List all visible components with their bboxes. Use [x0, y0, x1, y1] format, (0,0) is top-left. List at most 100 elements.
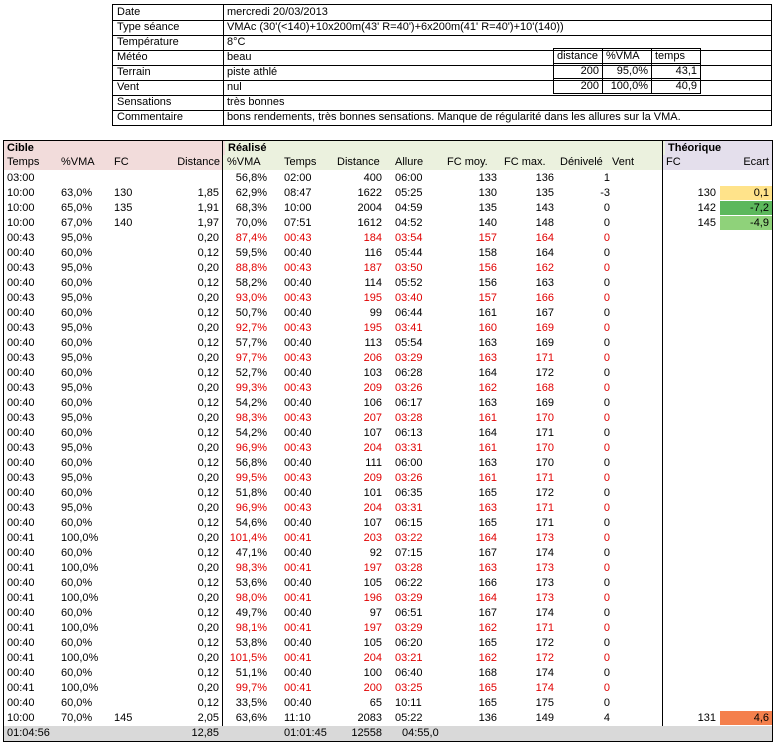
- realise-cell: 00:40: [284, 607, 312, 619]
- cible-cell: 10:00: [7, 217, 35, 229]
- realise-cell: 51,8%: [235, 487, 267, 499]
- realise-cell: 2004: [357, 202, 382, 214]
- realise-cell: 2083: [357, 712, 382, 724]
- realise-cell: 00:40: [284, 337, 312, 349]
- realise-cell: 00:41: [284, 532, 312, 544]
- realise-cell: 0: [603, 652, 610, 664]
- realise-cell: 163: [478, 502, 497, 514]
- cible-cell: 00:43: [7, 442, 35, 454]
- realise-cell: 1: [603, 172, 610, 184]
- realise-cell: 171: [535, 352, 554, 364]
- realise-cell: 00:40: [284, 577, 312, 589]
- realise-cell: 0: [603, 217, 610, 229]
- cible-cell: 0,12: [197, 457, 219, 469]
- realise-cell: 00:40: [284, 517, 312, 529]
- realise-cell: 204: [363, 502, 382, 514]
- cible-cell: 00:43: [7, 352, 35, 364]
- realise-cell: 97,7%: [235, 352, 267, 364]
- theorique-cell: 131: [697, 712, 716, 724]
- realise-cell: 52,7%: [235, 367, 267, 379]
- cible-cell: 03:00: [7, 172, 35, 184]
- column-header: Vent: [612, 156, 635, 168]
- table-row: 00:40 60,0% 0,12 50,7% 00:40 99 06:44 161 167 0: [4, 306, 772, 321]
- column-header: Distance: [337, 156, 380, 168]
- table-row: 00:40 60,0% 0,12 53,8% 00:40 105 06:20 165 172 0: [4, 636, 772, 651]
- realise-cell: 05:25: [395, 187, 423, 199]
- realise-cell: 164: [535, 247, 554, 259]
- realise-cell: 171: [535, 427, 554, 439]
- info-label: Commentaire: [117, 111, 184, 123]
- cible-cell: 95,0%: [61, 502, 93, 514]
- realise-cell: 170: [535, 442, 554, 454]
- cible-cell: 00:40: [7, 637, 35, 649]
- realise-cell: 164: [478, 427, 497, 439]
- cible-cell: 0,20: [197, 562, 219, 574]
- realise-cell: 00:40: [284, 307, 312, 319]
- column-header: %VMA: [61, 156, 95, 168]
- cible-cell: 00:40: [7, 277, 35, 289]
- info-label: Type séance: [117, 21, 180, 33]
- realise-cell: 0: [603, 292, 610, 304]
- realise-cell: 160: [478, 322, 497, 334]
- table-row: 00:40 60,0% 0,12 47,1% 00:40 92 07:15 167 174 0: [4, 546, 772, 561]
- realise-cell: 99,7%: [235, 682, 267, 694]
- realise-cell: 00:41: [284, 562, 312, 574]
- cible-cell: 00:40: [7, 457, 35, 469]
- cible-cell: 60,0%: [61, 427, 93, 439]
- realise-cell: 195: [363, 322, 382, 334]
- realise-cell: 1622: [357, 187, 382, 199]
- realise-cell: 99,5%: [235, 472, 267, 484]
- cible-cell: 00:43: [7, 502, 35, 514]
- realise-cell: 206: [363, 352, 382, 364]
- realise-cell: 00:43: [284, 472, 312, 484]
- info-label: Température: [117, 36, 179, 48]
- realise-cell: 172: [535, 487, 554, 499]
- realise-cell: 209: [363, 472, 382, 484]
- realise-cell: 101: [363, 487, 382, 499]
- realise-cell: 10:00: [284, 202, 312, 214]
- realise-cell: 05:22: [395, 712, 423, 724]
- realise-cell: 0: [603, 367, 610, 379]
- realise-cell: 00:40: [284, 247, 312, 259]
- cible-cell: 95,0%: [61, 232, 93, 244]
- realise-cell: 0: [603, 487, 610, 499]
- realise-cell: 03:50: [395, 262, 423, 274]
- cible-cell: 130: [114, 187, 133, 199]
- realise-cell: 156: [478, 262, 497, 274]
- realise-cell: 107: [363, 517, 382, 529]
- realise-cell: 05:52: [395, 277, 423, 289]
- cible-cell: 60,0%: [61, 337, 93, 349]
- column-header: FC max.: [504, 156, 546, 168]
- realise-cell: 4: [603, 712, 610, 724]
- realise-cell: 06:00: [395, 457, 423, 469]
- realise-cell: 11:10: [284, 712, 311, 724]
- realise-cell: 173: [535, 532, 554, 544]
- cible-cell: 00:40: [7, 247, 35, 259]
- cible-cell: 60,0%: [61, 307, 93, 319]
- info-value: mercredi 20/03/2013: [227, 6, 328, 18]
- realise-cell: 03:22: [395, 532, 423, 544]
- pace-header: distance: [553, 48, 603, 64]
- realise-cell: 0: [603, 457, 610, 469]
- cible-cell: 60,0%: [61, 367, 93, 379]
- realise-cell: 106: [363, 397, 382, 409]
- cible-cell: 00:40: [7, 397, 35, 409]
- table-row: 00:43 95,0% 0,20 97,7% 00:43 206 03:29 163 171 0: [4, 351, 772, 366]
- cible-cell: 0,20: [197, 472, 219, 484]
- realise-cell: 00:40: [284, 427, 312, 439]
- table-row: 00:40 60,0% 0,12 58,2% 00:40 114 05:52 156 163 0: [4, 276, 772, 291]
- realise-cell: 168: [478, 667, 497, 679]
- cible-cell: 0,20: [197, 502, 219, 514]
- realise-cell: 00:41: [284, 682, 312, 694]
- total-cell: 01:04:56: [7, 727, 50, 739]
- realise-cell: 162: [478, 652, 497, 664]
- theorique-cell: -4,9: [750, 217, 769, 229]
- realise-cell: 0: [603, 637, 610, 649]
- column-header: FC: [666, 156, 681, 168]
- realise-cell: 169: [535, 397, 554, 409]
- theorique-cell: 142: [697, 202, 716, 214]
- realise-cell: 08:47: [284, 187, 312, 199]
- table-row: 00:41 100,0% 0,20 101,5% 00:41 204 03:21 162 172…: [4, 651, 772, 666]
- realise-cell: 158: [478, 247, 497, 259]
- cible-cell: 95,0%: [61, 292, 93, 304]
